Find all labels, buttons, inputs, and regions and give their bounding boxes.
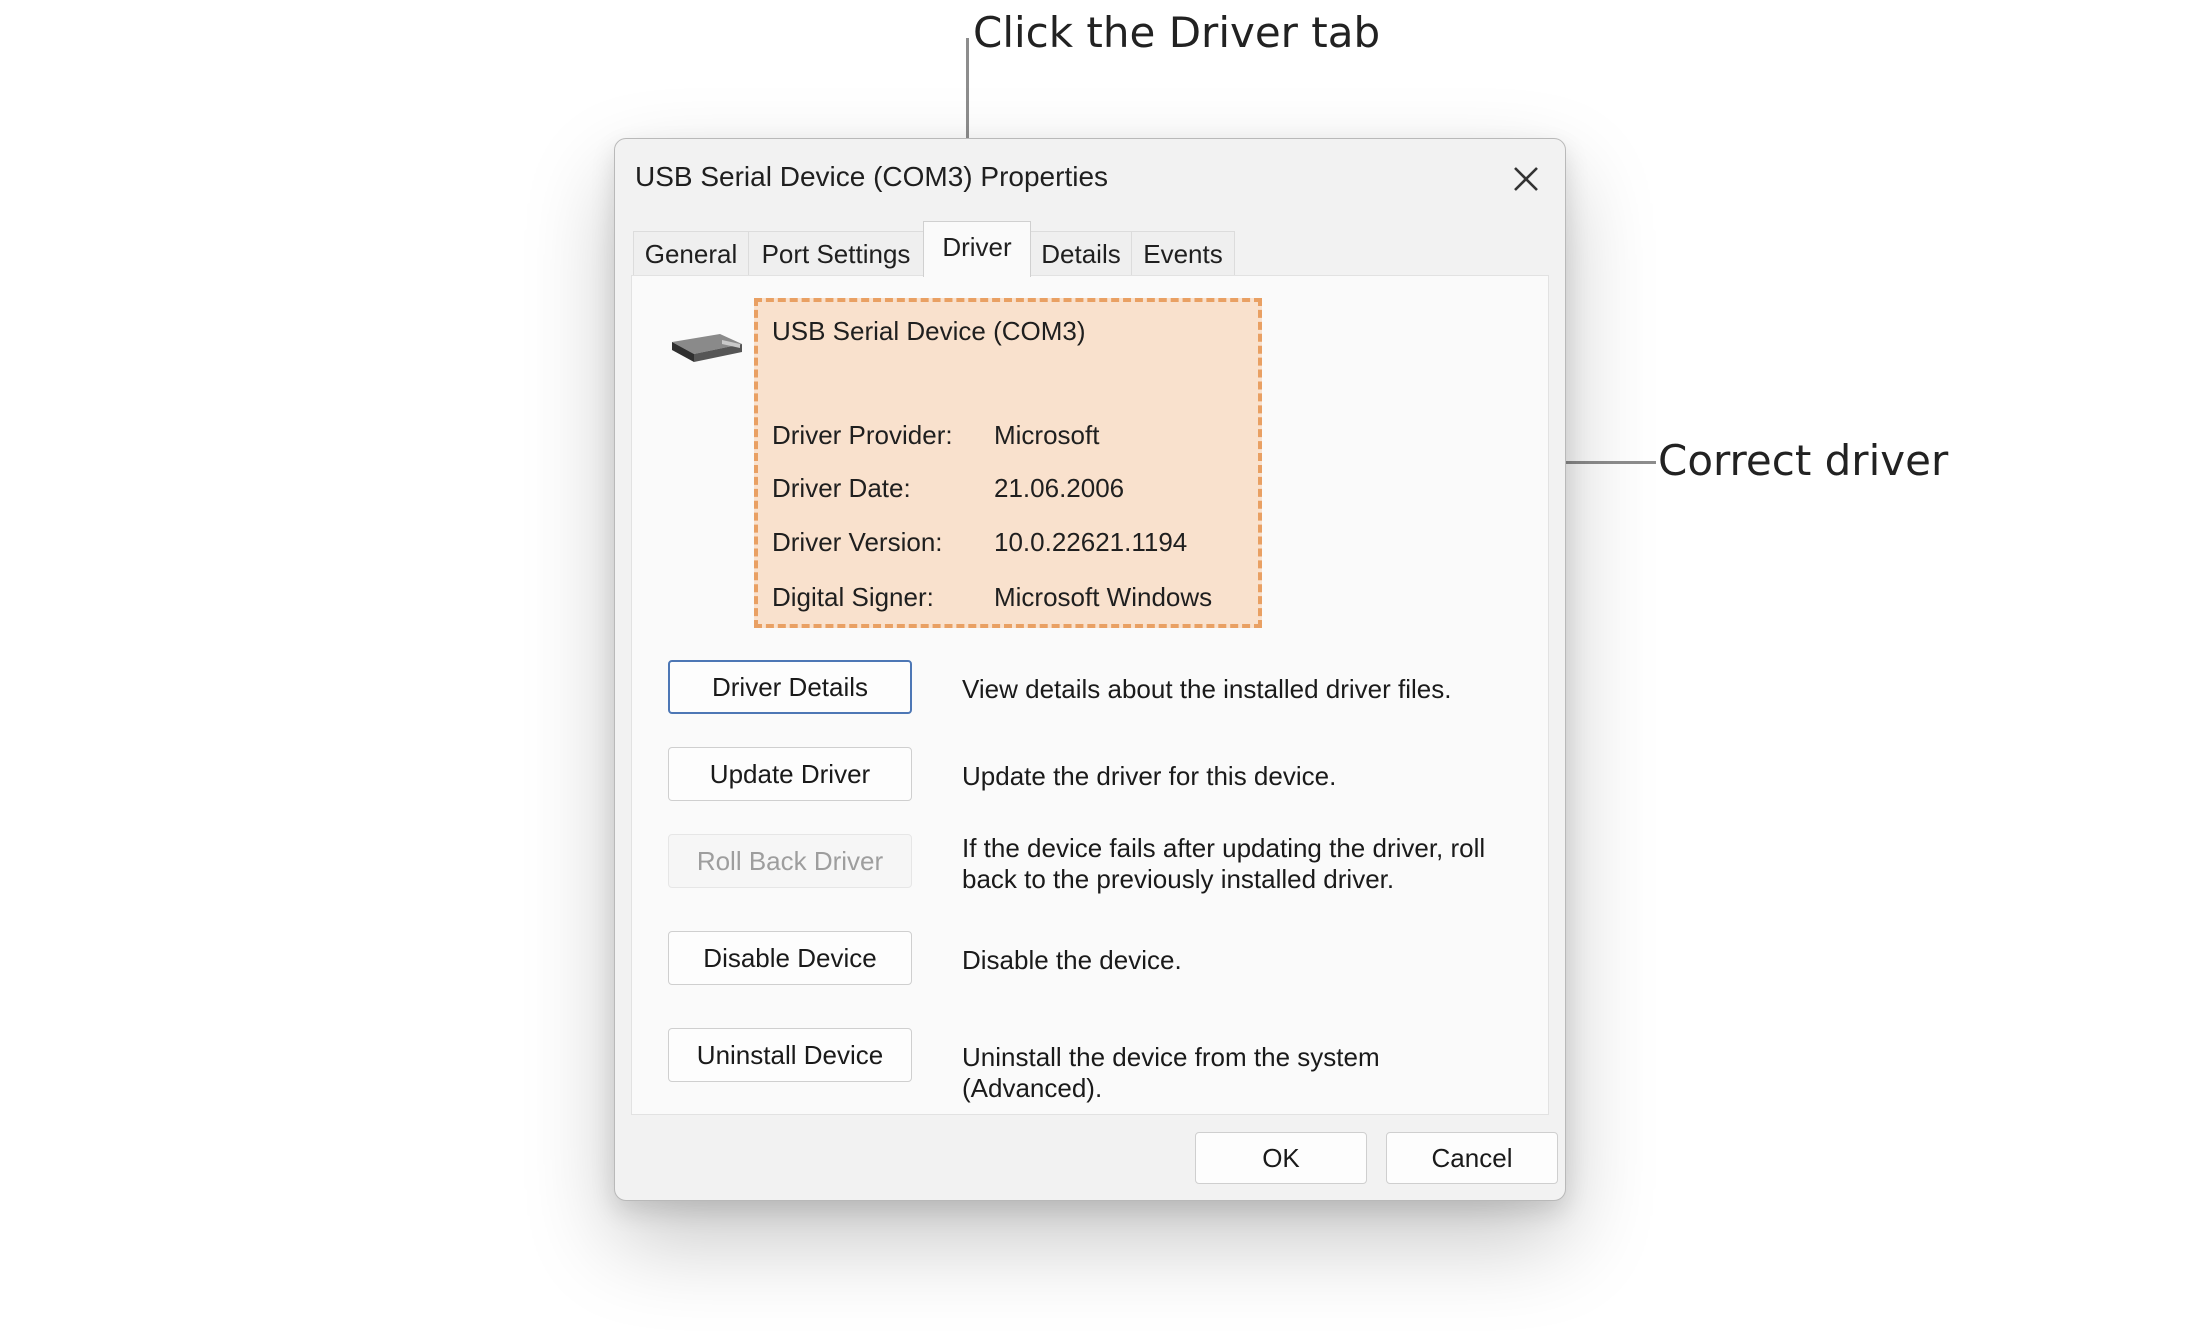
uninstall-device-button[interactable]: Uninstall Device (668, 1028, 912, 1082)
device-name: USB Serial Device (COM3) (772, 316, 1086, 346)
ok-button[interactable]: OK (1195, 1132, 1367, 1184)
callout-click-driver-tab: Click the Driver tab (973, 8, 1381, 57)
driver-version-label: Driver Version: (772, 527, 943, 557)
digital-signer-value: Microsoft Windows (994, 582, 1213, 612)
driver-date-label: Driver Date: (772, 473, 911, 503)
close-icon (1514, 167, 1538, 191)
tab-driver[interactable]: Driver (923, 221, 1031, 277)
digital-signer-label: Digital Signer: (772, 582, 934, 612)
tab-port-settings[interactable]: Port Settings (748, 231, 924, 275)
driver-provider-label: Driver Provider: (772, 420, 953, 450)
disable-device-description: Disable the device. (962, 945, 1182, 975)
dialog-title: USB Serial Device (COM3) Properties (635, 161, 1109, 192)
driver-details-button[interactable]: Driver Details (668, 660, 912, 714)
roll-back-driver-button: Roll Back Driver (668, 834, 912, 888)
tab-details[interactable]: Details (1030, 231, 1132, 275)
update-driver-description: Update the driver for this device. (962, 761, 1337, 791)
driver-version-value: 10.0.22621.1194 (994, 527, 1188, 557)
roll-back-driver-description: If the device fails after updating the d… (962, 833, 1486, 894)
title-bar: USB Serial Device (COM3) Properties (615, 139, 1565, 219)
driver-info-highlight: USB Serial Device (COM3) Driver Provider… (754, 298, 1262, 628)
uninstall-device-description: Uninstall the device from the system (Ad… (962, 1042, 1380, 1103)
tab-events[interactable]: Events (1131, 231, 1235, 275)
usb-serial-device-icon (672, 334, 742, 362)
driver-provider-value: Microsoft (994, 420, 1100, 450)
update-driver-button[interactable]: Update Driver (668, 747, 912, 801)
driver-tab-panel: USB Serial Device (COM3) Driver Provider… (631, 275, 1549, 1115)
callout-correct-driver: Correct driver (1658, 436, 1949, 485)
properties-dialog: USB Serial Device (COM3) Properties Gene… (614, 138, 1566, 1201)
driver-details-description: View details about the installed driver … (962, 674, 1452, 704)
disable-device-button[interactable]: Disable Device (668, 931, 912, 985)
cancel-button[interactable]: Cancel (1386, 1132, 1558, 1184)
close-button[interactable] (1497, 151, 1553, 207)
tab-general[interactable]: General (633, 231, 749, 275)
driver-date-value: 21.06.2006 (994, 473, 1125, 503)
